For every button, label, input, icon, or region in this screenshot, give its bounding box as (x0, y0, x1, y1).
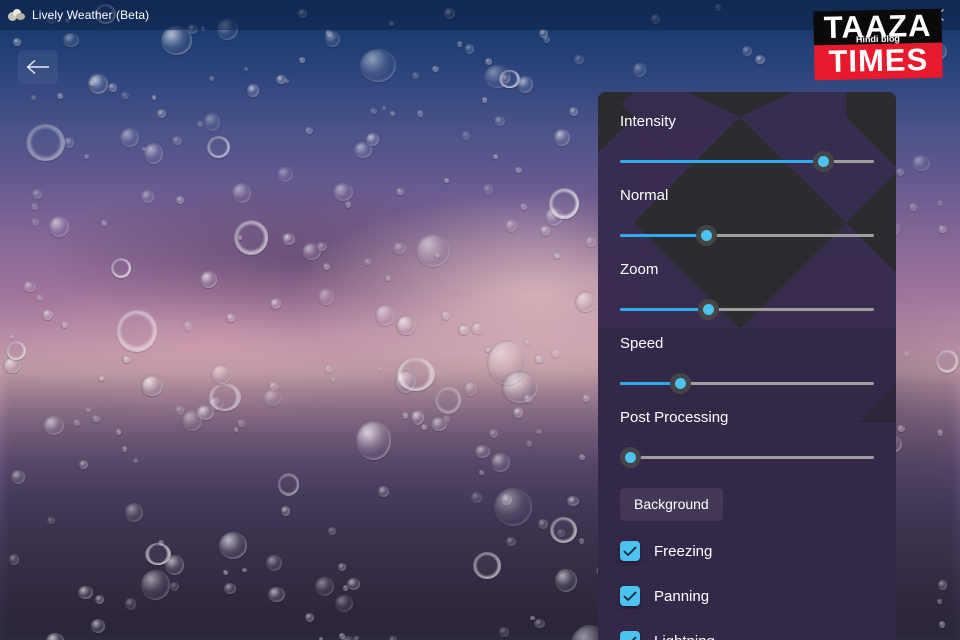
watermark-logo: TAAZA Hindi blog TIMES (813, 8, 943, 81)
watermark-line-2-wrap: Hindi blog TIMES (814, 34, 943, 81)
checkbox-row-panning[interactable]: Panning (620, 584, 874, 608)
checkbox-list: Freezing Panning Lightning (620, 539, 874, 640)
slider-fill (620, 234, 707, 237)
slider-control-zoom: Zoom (620, 262, 874, 321)
slider-control-post-processing: Post Processing (619, 409, 874, 469)
checkbox-row-freezing[interactable]: Freezing (620, 539, 874, 563)
slider-control-speed: Speed (620, 336, 874, 395)
background-button[interactable]: Background (620, 488, 723, 521)
slider-fill (620, 308, 709, 311)
slider-speed[interactable] (620, 373, 874, 395)
checkbox-panning[interactable] (620, 586, 640, 606)
slider-thumb[interactable] (619, 447, 641, 468)
watermark-line-2: TIMES (828, 41, 929, 80)
checkbox-freezing[interactable] (620, 541, 640, 561)
slider-label: Speed (620, 335, 664, 352)
slider-zoom[interactable] (620, 299, 874, 321)
slider-control-intensity: Intensity (620, 114, 874, 173)
checkbox-label: Panning (654, 587, 710, 605)
slider-thumb[interactable] (670, 373, 692, 394)
checkbox-lightning[interactable] (620, 631, 640, 640)
slider-track[interactable] (620, 456, 874, 459)
slider-normal[interactable] (620, 225, 874, 247)
slider-control-normal: Normal (620, 188, 874, 247)
panel-content: Intensity Normal Zoom Speed Post Processing … (598, 92, 896, 640)
checkbox-row-lightning[interactable]: Lightning (620, 629, 874, 640)
slider-label: Post Processing (620, 409, 729, 426)
slider-fill (620, 160, 824, 163)
slider-post-processing[interactable] (619, 447, 874, 469)
settings-panel: Intensity Normal Zoom Speed Post Processing … (598, 92, 896, 640)
slider-thumb[interactable] (698, 299, 720, 320)
back-button[interactable] (18, 50, 58, 84)
slider-list: Intensity Normal Zoom Speed Post Processing (619, 114, 874, 469)
slider-thumb[interactable] (812, 151, 834, 172)
slider-thumb[interactable] (695, 225, 717, 246)
app-window: Lively Weather (Beta) TAAZA Hindi blog T… (0, 0, 960, 640)
arrow-left-icon (26, 59, 50, 75)
slider-label: Intensity (620, 113, 676, 130)
slider-intensity[interactable] (620, 151, 874, 173)
checkbox-label: Lightning (654, 634, 715, 640)
slider-label: Normal (620, 187, 669, 204)
checkbox-label: Freezing (654, 542, 713, 560)
window-title: Lively Weather (Beta) (32, 8, 150, 22)
cloud-icon (8, 7, 25, 23)
slider-label: Zoom (620, 261, 659, 278)
